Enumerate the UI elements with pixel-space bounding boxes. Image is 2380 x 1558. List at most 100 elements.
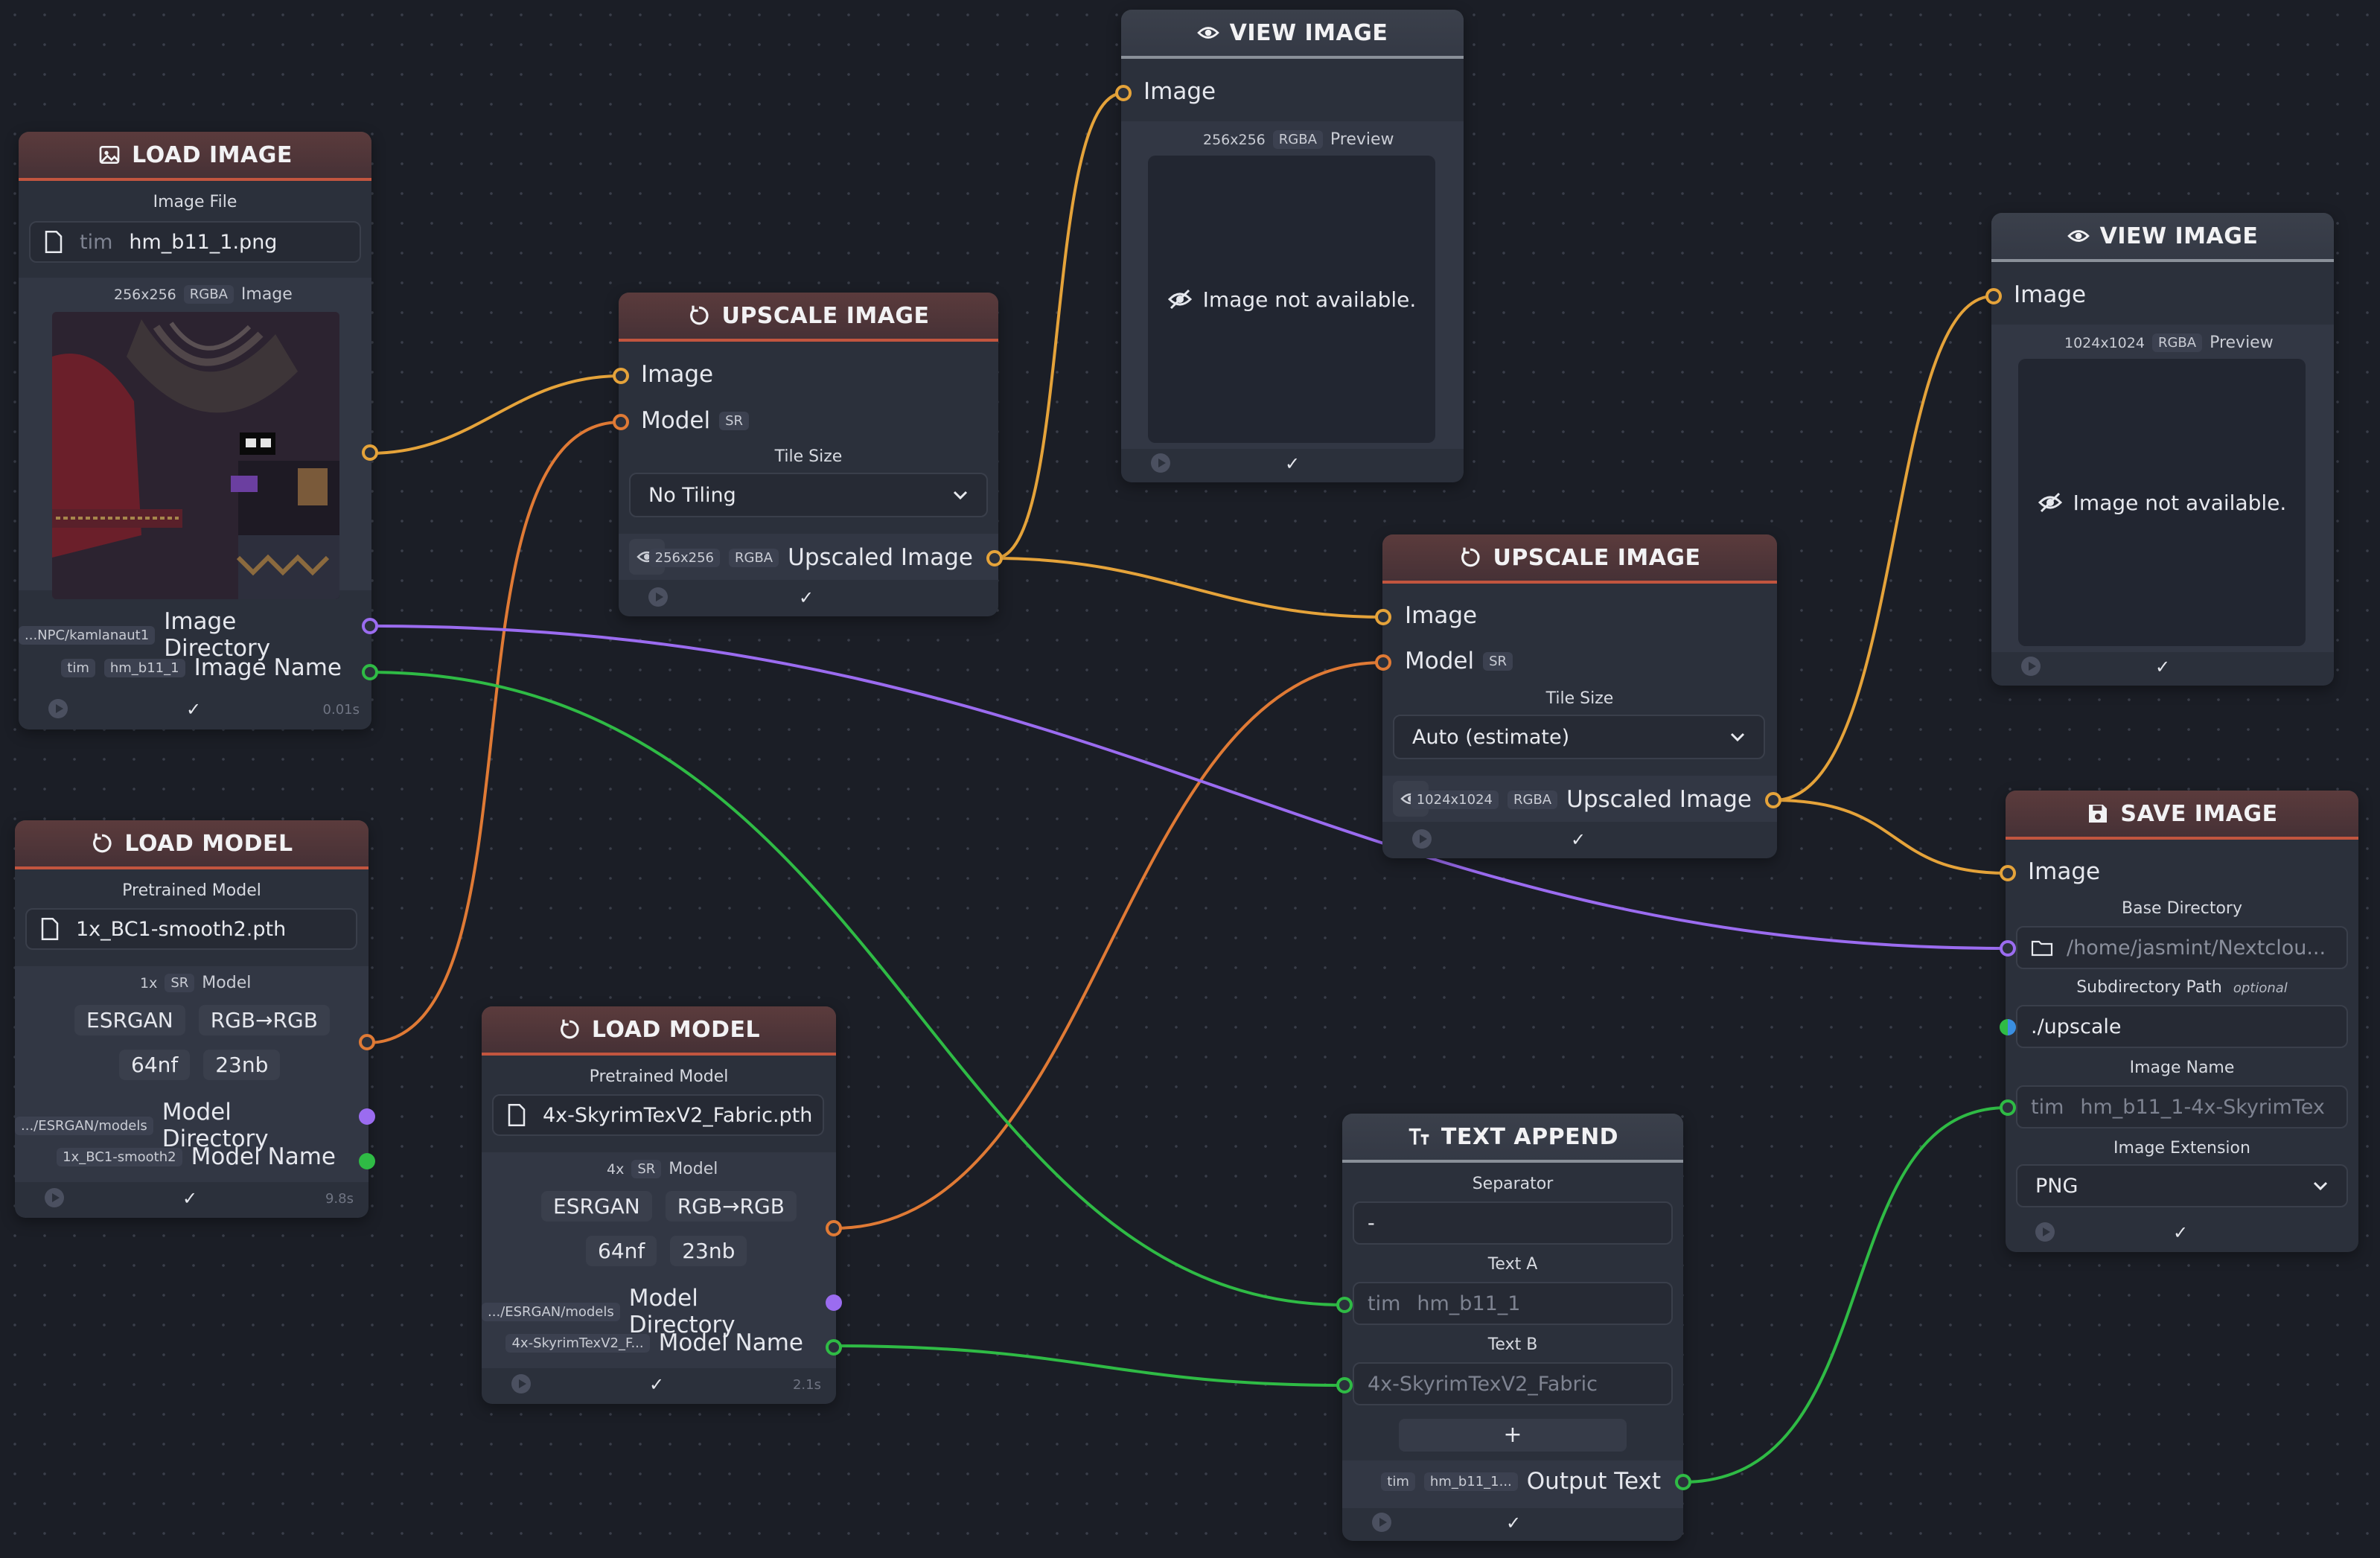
preview-meta: 1024x1024 RGBA Preview [2064,333,2274,352]
node-header[interactable]: UPSCALE IMAGE [619,293,998,342]
image-name-port[interactable] [2000,1099,2016,1116]
save-image-node[interactable]: SAVE IMAGE Image Base Directory /home/ja… [2000,791,2358,1252]
node-header[interactable]: LOAD MODEL [15,820,369,869]
dir-chip: ...NPC/kamlanaut1 [19,625,156,645]
image-output-port[interactable] [362,444,378,461]
node-header[interactable]: VIEW IMAGE [1991,213,2334,262]
run-button[interactable] [48,699,68,718]
timing: 2.1s [792,1377,821,1393]
node-header[interactable]: LOAD MODEL [482,1006,836,1056]
color-tag: RGB→RGB [198,1005,330,1035]
text-a-field[interactable]: tim hm_b11_1 [1353,1282,1673,1325]
node-header[interactable]: SAVE IMAGE [2006,791,2358,840]
node-title: TEXT APPEND [1441,1123,1619,1150]
meta-label: Model [202,974,252,992]
node-header[interactable]: TEXT APPEND [1342,1114,1683,1163]
output-text-port[interactable] [1675,1474,1691,1490]
run-button[interactable] [1412,829,1432,849]
node-header[interactable]: VIEW IMAGE [1121,10,1464,59]
image-file-field[interactable]: tim hm_b11_1.png [29,221,361,263]
node-header[interactable]: UPSCALE IMAGE [1382,534,1777,584]
model-name-port[interactable] [826,1339,842,1356]
image-input-port[interactable] [1985,288,2002,304]
model-directory-port[interactable] [826,1294,842,1311]
upscaled-image-port[interactable] [986,550,1003,566]
meta-label: Preview [2210,333,2274,352]
run-button[interactable] [511,1374,531,1393]
image-extension-select[interactable]: PNG [2016,1164,2348,1207]
image-input-label: Image [1143,78,1216,105]
run-button[interactable] [1151,453,1170,473]
node-title: SAVE IMAGE [2120,800,2278,827]
image-thumbnail[interactable] [52,312,339,599]
upscale-image-node-2[interactable]: UPSCALE IMAGE Image Model SR Tile Size A… [1375,534,1781,858]
model-name-port[interactable] [359,1153,375,1169]
wire-model2-to-upscale2 [834,661,1384,1230]
view-image-node-2[interactable]: VIEW IMAGE Image 1024x1024 RGBA Preview … [1985,213,2334,686]
subdirectory-port[interactable] [2000,1019,2016,1035]
color-tag: RGB→RGB [665,1191,797,1222]
image-name-port[interactable] [362,664,378,680]
run-button[interactable] [45,1188,64,1207]
load-model-node-1[interactable]: LOAD MODEL Pretrained Model 1x_BC1-smoot… [15,820,375,1218]
run-button[interactable] [1372,1513,1391,1532]
run-button[interactable] [2035,1222,2055,1242]
node-header[interactable]: LOAD IMAGE [19,132,371,181]
add-input-button[interactable]: + [1399,1419,1627,1452]
model-directory-port[interactable] [359,1108,375,1125]
meta-mode: RGBA [1272,130,1323,149]
pretrained-model-field[interactable]: 4x-SkyrimTexV2_Fabric.pth [492,1094,824,1136]
tile-size-select[interactable]: No Tiling [629,473,988,517]
upscaled-image-output: 256x256 RGBA Upscaled Image [648,544,973,571]
pretrained-model-field[interactable]: 1x_BC1-smooth2.pth [25,908,357,950]
model-name-output: 1x_BC1-smooth2 Model Name [57,1143,336,1170]
view-image-node-1[interactable]: VIEW IMAGE Image 256x256 RGBA Preview Im… [1115,10,1464,482]
run-button[interactable] [2021,657,2041,676]
load-model-node-2[interactable]: LOAD MODEL Pretrained Model 4x-SkyrimTex… [482,1006,842,1404]
chevron-down-icon [953,491,968,500]
model-output-port[interactable] [359,1034,375,1050]
base-directory-port[interactable] [2000,940,2016,957]
text-icon [1408,1128,1429,1145]
meta-mode: RGBA [183,285,234,304]
arch-tag: ESRGAN [74,1005,185,1035]
text-append-node[interactable]: TEXT APPEND Separator - Text A tim hm_b1… [1336,1114,1691,1541]
nb-tag: 23nb [203,1050,281,1080]
subdirectory-label: Subdirectory Path optional [2006,978,2358,997]
image-input-label: Image [1405,602,1478,629]
model-input-label: Model [1405,648,1475,674]
subdirectory-field[interactable]: ./upscale [2016,1005,2348,1048]
separator-field[interactable]: - [1353,1201,1673,1245]
upscaled-image-port[interactable] [1765,792,1781,808]
check-icon: ✓ [2173,1222,2189,1243]
base-directory-field[interactable]: /home/jasmint/Nextclou... [2016,926,2348,969]
model-input-port[interactable] [613,414,629,430]
load-image-node[interactable]: LOAD IMAGE Image File tim hm_b11_1.png 2… [19,132,378,729]
model-input-port[interactable] [1375,654,1391,671]
base-directory-label: Base Directory [2122,899,2242,918]
check-icon: ✓ [1285,453,1301,474]
model-output-port[interactable] [826,1220,842,1236]
text-b-field[interactable]: 4x-SkyrimTexV2_Fabric [1353,1362,1673,1405]
save-icon [2089,805,2108,823]
image-name-field[interactable]: tim hm_b11_1-4x-SkyrimTex [2016,1085,2348,1128]
text-a-prefix: tim [1368,1292,1401,1315]
image-input-port[interactable] [2000,865,2016,881]
text-a-port[interactable] [1336,1297,1353,1313]
upscale-image-node-1[interactable]: UPSCALE IMAGE Image Model SR Tile Size N… [613,293,1003,616]
run-button[interactable] [648,587,668,607]
text-b-port[interactable] [1336,1377,1353,1393]
image-directory-port[interactable] [362,618,378,634]
image-input-port[interactable] [1115,85,1132,101]
base-directory-value: /home/jasmint/Nextclou... [2067,936,2326,960]
image-input-port[interactable] [1375,609,1391,625]
timing: 9.8s [325,1191,354,1207]
tile-size-select[interactable]: Auto (estimate) [1393,715,1765,759]
subdirectory-value: ./upscale [2031,1015,2122,1038]
name-prefix: tim [2031,1095,2064,1119]
wire-upscale2-to-save [1773,799,2008,875]
meta-mode: RGBA [2151,333,2203,352]
dir-chip: .../ESRGAN/models [15,1116,153,1135]
output-text-row: tim hm_b11_1... Output Text [1381,1468,1661,1495]
image-input-port[interactable] [613,368,629,384]
